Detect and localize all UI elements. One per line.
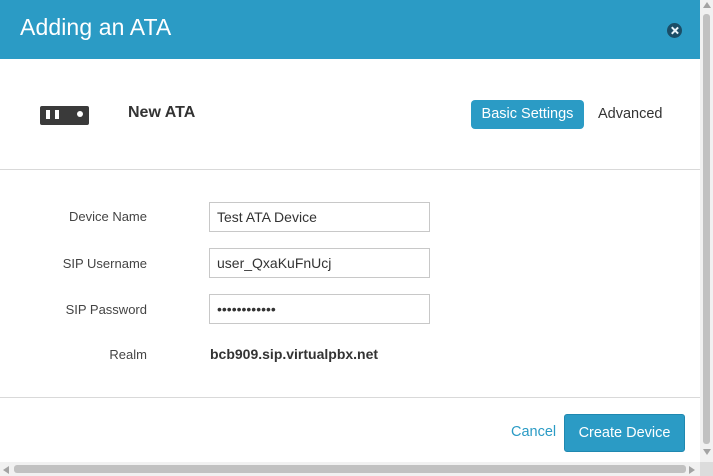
vertical-scrollbar[interactable]	[700, 0, 713, 462]
scroll-down-arrow-icon[interactable]	[703, 449, 711, 455]
divider	[0, 169, 700, 170]
create-device-button[interactable]: Create Device	[564, 414, 685, 452]
scroll-right-arrow-icon[interactable]	[689, 466, 695, 474]
scroll-up-arrow-icon[interactable]	[703, 2, 711, 8]
device-name-input[interactable]	[209, 202, 430, 232]
realm-value: bcb909.sip.virtualpbx.net	[210, 346, 379, 362]
scroll-left-arrow-icon[interactable]	[3, 466, 9, 474]
tab-basic-settings[interactable]: Basic Settings	[471, 100, 584, 129]
sip-username-label: SIP Username	[62, 256, 147, 271]
close-icon[interactable]	[667, 23, 682, 38]
cancel-button[interactable]: Cancel	[511, 424, 556, 440]
modal-title: Adding an ATA	[20, 14, 172, 40]
add-ata-modal: Adding an ATA New ATA Basic Settings Adv…	[0, 0, 700, 458]
scrollbar-corner	[700, 462, 713, 476]
device-name-label: Device Name	[68, 209, 147, 224]
horizontal-scroll-thumb[interactable]	[14, 465, 686, 473]
sip-password-input[interactable]	[209, 294, 430, 324]
sip-password-label: SIP Password	[65, 302, 147, 317]
device-name-heading: New ATA	[128, 104, 196, 121]
modal-header: Adding an ATA	[0, 0, 700, 59]
divider	[0, 397, 700, 398]
realm-label: Realm	[109, 347, 147, 362]
sip-username-input[interactable]	[209, 248, 430, 278]
tab-advanced[interactable]: Advanced	[598, 100, 663, 129]
horizontal-scrollbar[interactable]	[0, 462, 700, 476]
ata-device-icon	[40, 106, 89, 125]
vertical-scroll-thumb[interactable]	[703, 14, 710, 444]
